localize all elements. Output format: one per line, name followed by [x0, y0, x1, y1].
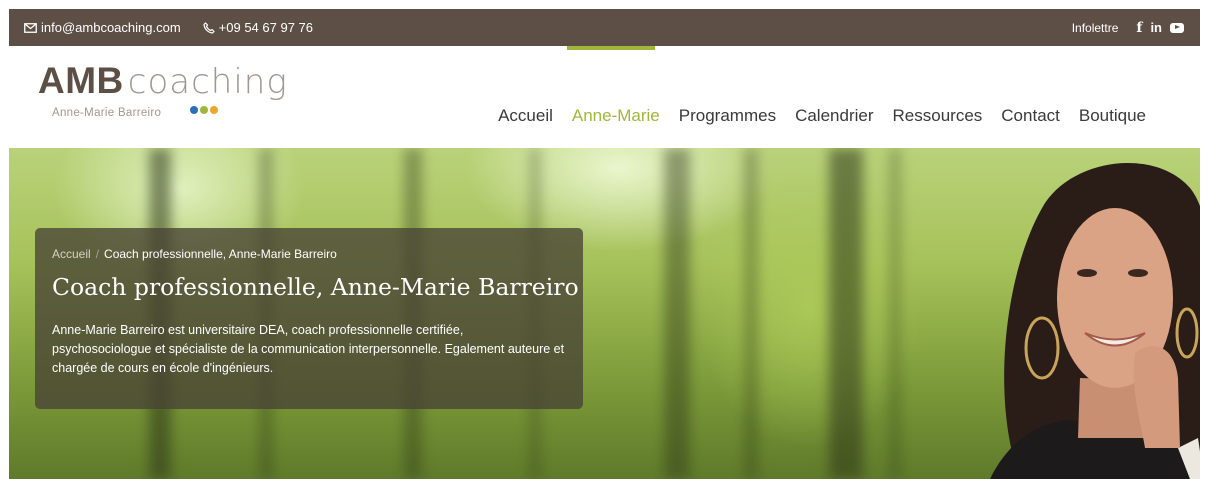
main-nav: Accueil Anne-Marie Programmes Calendrier… [479, 106, 1146, 126]
logo-dots [190, 106, 220, 114]
youtube-icon[interactable] [1170, 22, 1184, 33]
linkedin-icon[interactable]: in [1150, 20, 1162, 35]
logo-dot-green [200, 106, 208, 114]
logo-amb: AMB [38, 60, 124, 101]
phone-icon [203, 21, 215, 34]
logo-wordmark: AMB coaching [38, 60, 287, 101]
logo-coaching: coaching [127, 62, 288, 102]
breadcrumb-home-link[interactable]: Accueil [52, 247, 91, 261]
forest-trunk [889, 148, 901, 479]
hero-description: Anne-Marie Barreiro est universitaire DE… [52, 323, 565, 375]
email-text: info@ambcoaching.com [41, 20, 181, 35]
active-nav-indicator [567, 46, 655, 50]
portrait-image [990, 162, 1200, 479]
nav-item-calendrier[interactable]: Calendrier [795, 106, 873, 126]
site-logo[interactable]: AMB coaching Anne-Marie Barreiro [38, 60, 287, 126]
phone-text: +09 54 67 97 76 [218, 20, 313, 35]
top-contact-bar: info@ambcoaching.com +09 54 67 97 76 Inf… [9, 9, 1200, 46]
logo-dot-orange [210, 106, 218, 114]
hero-card: Accueil / Coach professionnelle, Anne-Ma… [35, 228, 583, 409]
forest-trunk [744, 148, 758, 479]
contact-info: info@ambcoaching.com +09 54 67 97 76 [24, 20, 335, 35]
forest-trunk [664, 148, 690, 479]
logo-subtitle: Anne-Marie Barreiro [52, 107, 162, 119]
logo-dot-blue [190, 106, 198, 114]
forest-trunk [829, 148, 863, 479]
phone-link[interactable]: +09 54 67 97 76 [203, 20, 313, 35]
email-link[interactable]: info@ambcoaching.com [24, 20, 181, 35]
nav-item-anne-marie[interactable]: Anne-Marie [572, 106, 660, 126]
nav-item-programmes[interactable]: Programmes [679, 106, 776, 126]
breadcrumb-separator: / [95, 247, 100, 261]
page-title: Coach professionnelle, Anne-Marie Barrei… [52, 273, 579, 301]
nav-item-accueil[interactable]: Accueil [498, 106, 553, 126]
nav-item-boutique[interactable]: Boutique [1079, 106, 1146, 126]
breadcrumb: Accueil / Coach professionnelle, Anne-Ma… [52, 247, 566, 261]
facebook-icon[interactable]: f [1136, 20, 1142, 36]
nav-item-ressources[interactable]: Ressources [893, 106, 983, 126]
envelope-icon [24, 22, 37, 33]
newsletter-link[interactable]: Infolettre [1072, 21, 1119, 35]
topbar-right: Infolettre f in [1072, 20, 1184, 36]
nav-item-contact[interactable]: Contact [1001, 106, 1060, 126]
breadcrumb-current: Coach professionnelle, Anne-Marie Barrei… [104, 247, 337, 261]
hero-banner: Accueil / Coach professionnelle, Anne-Ma… [9, 148, 1200, 479]
